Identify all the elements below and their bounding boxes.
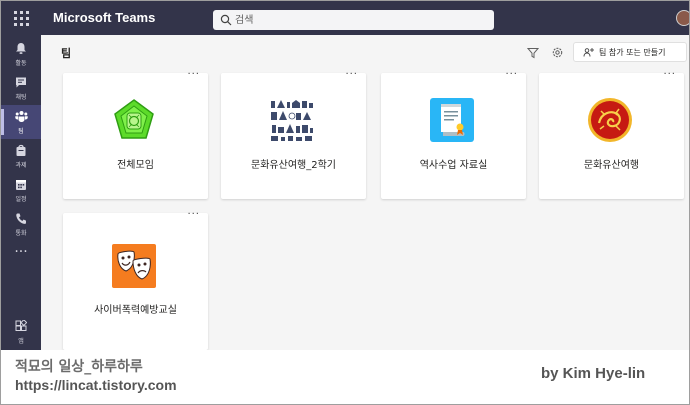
green-emblem-logo bbox=[114, 99, 154, 139]
rail-item-chat[interactable]: 채팅 bbox=[1, 71, 41, 105]
app-title: Microsoft Teams bbox=[53, 10, 156, 25]
rail-item-activity[interactable]: 활동 bbox=[1, 37, 41, 71]
red-dragon-seal-logo bbox=[588, 98, 632, 142]
team-card-5[interactable]: ··· 사이버폭력예방교실 bbox=[63, 209, 208, 350]
phone-icon bbox=[16, 213, 26, 224]
rail-item-teams[interactable]: 팀 bbox=[1, 105, 41, 139]
scroll-document-icon bbox=[430, 98, 474, 142]
app-launcher-icon[interactable] bbox=[13, 10, 29, 26]
rail-item-calls[interactable]: 통화 bbox=[1, 207, 41, 241]
more-options-icon[interactable]: ··· bbox=[187, 209, 200, 220]
rail-label-calendar: 일정 bbox=[15, 196, 27, 203]
team-card-2[interactable]: ··· 문화유산여행_2학기 bbox=[221, 69, 366, 199]
teams-content: 팀 팀 참가 또는 만들기 ··· 전체모임 ··· 문화유산여행_2학기 ··… bbox=[41, 35, 689, 350]
filter-icon[interactable] bbox=[527, 47, 539, 59]
chat-icon bbox=[16, 77, 26, 88]
team-name: 사이버폭력예방교실 bbox=[94, 305, 177, 316]
teams-window: Microsoft Teams 활동 채팅 bbox=[0, 0, 690, 405]
search-icon bbox=[220, 14, 232, 26]
watermark-title: 적묘의 일상_하루하루 bbox=[15, 359, 143, 375]
watermark-url: https://lincat.tistory.com bbox=[15, 377, 177, 393]
gear-icon[interactable] bbox=[551, 46, 564, 59]
apps-icon bbox=[15, 320, 27, 331]
search-box[interactable] bbox=[213, 10, 494, 30]
more-options-icon[interactable]: ··· bbox=[187, 69, 200, 80]
avatar[interactable] bbox=[676, 10, 689, 26]
app-rail: 활동 채팅 팀 과제 일정 통화 ··· 앱 bbox=[1, 35, 41, 350]
page-title: 팀 bbox=[61, 47, 72, 60]
rail-item-apps[interactable]: 앱 bbox=[1, 315, 41, 349]
team-name: 전체모임 bbox=[117, 160, 154, 171]
team-name: 역사수업 자료실 bbox=[419, 160, 488, 171]
rail-label-chat: 채팅 bbox=[15, 94, 27, 101]
teams-icon bbox=[15, 111, 28, 122]
rail-label-calls: 통화 bbox=[15, 230, 27, 237]
team-card-3[interactable]: ··· 역사수업 자료실 bbox=[381, 69, 526, 199]
team-name: 문화유산여행 bbox=[583, 160, 640, 171]
title-bar: Microsoft Teams bbox=[1, 1, 689, 35]
more-apps-icon[interactable]: ··· bbox=[1, 245, 41, 263]
more-options-icon[interactable]: ··· bbox=[505, 69, 518, 80]
calendar-icon bbox=[16, 180, 26, 190]
rail-label-assignments: 과제 bbox=[15, 162, 27, 169]
heritage-collage-logo bbox=[269, 97, 315, 143]
rail-label-apps: 앱 bbox=[18, 338, 24, 345]
watermark-author: by Kim Hye-lin bbox=[541, 365, 646, 382]
assignments-icon bbox=[16, 144, 26, 156]
theater-masks-icon bbox=[112, 244, 156, 288]
join-button-label: 팀 참가 또는 만들기 bbox=[599, 48, 666, 57]
rail-item-calendar[interactable]: 일정 bbox=[1, 173, 41, 207]
blog-watermark: 적묘의 일상_하루하루 https://lincat.tistory.com b… bbox=[1, 350, 689, 404]
rail-label-activity: 활동 bbox=[15, 60, 27, 67]
more-options-icon[interactable]: ··· bbox=[663, 69, 676, 80]
join-or-create-team-button[interactable]: 팀 참가 또는 만들기 bbox=[573, 42, 687, 62]
team-card-4[interactable]: ··· 문화유산여행 bbox=[539, 69, 684, 199]
rail-label-teams: 팀 bbox=[18, 128, 24, 135]
rail-item-assignments[interactable]: 과제 bbox=[1, 139, 41, 173]
search-input[interactable] bbox=[235, 12, 485, 28]
team-card-1[interactable]: ··· 전체모임 bbox=[63, 69, 208, 199]
add-people-icon bbox=[583, 48, 594, 57]
more-options-icon[interactable]: ··· bbox=[345, 69, 358, 80]
team-name: 문화유산여행_2학기 bbox=[251, 160, 336, 171]
bell-icon bbox=[16, 43, 26, 54]
